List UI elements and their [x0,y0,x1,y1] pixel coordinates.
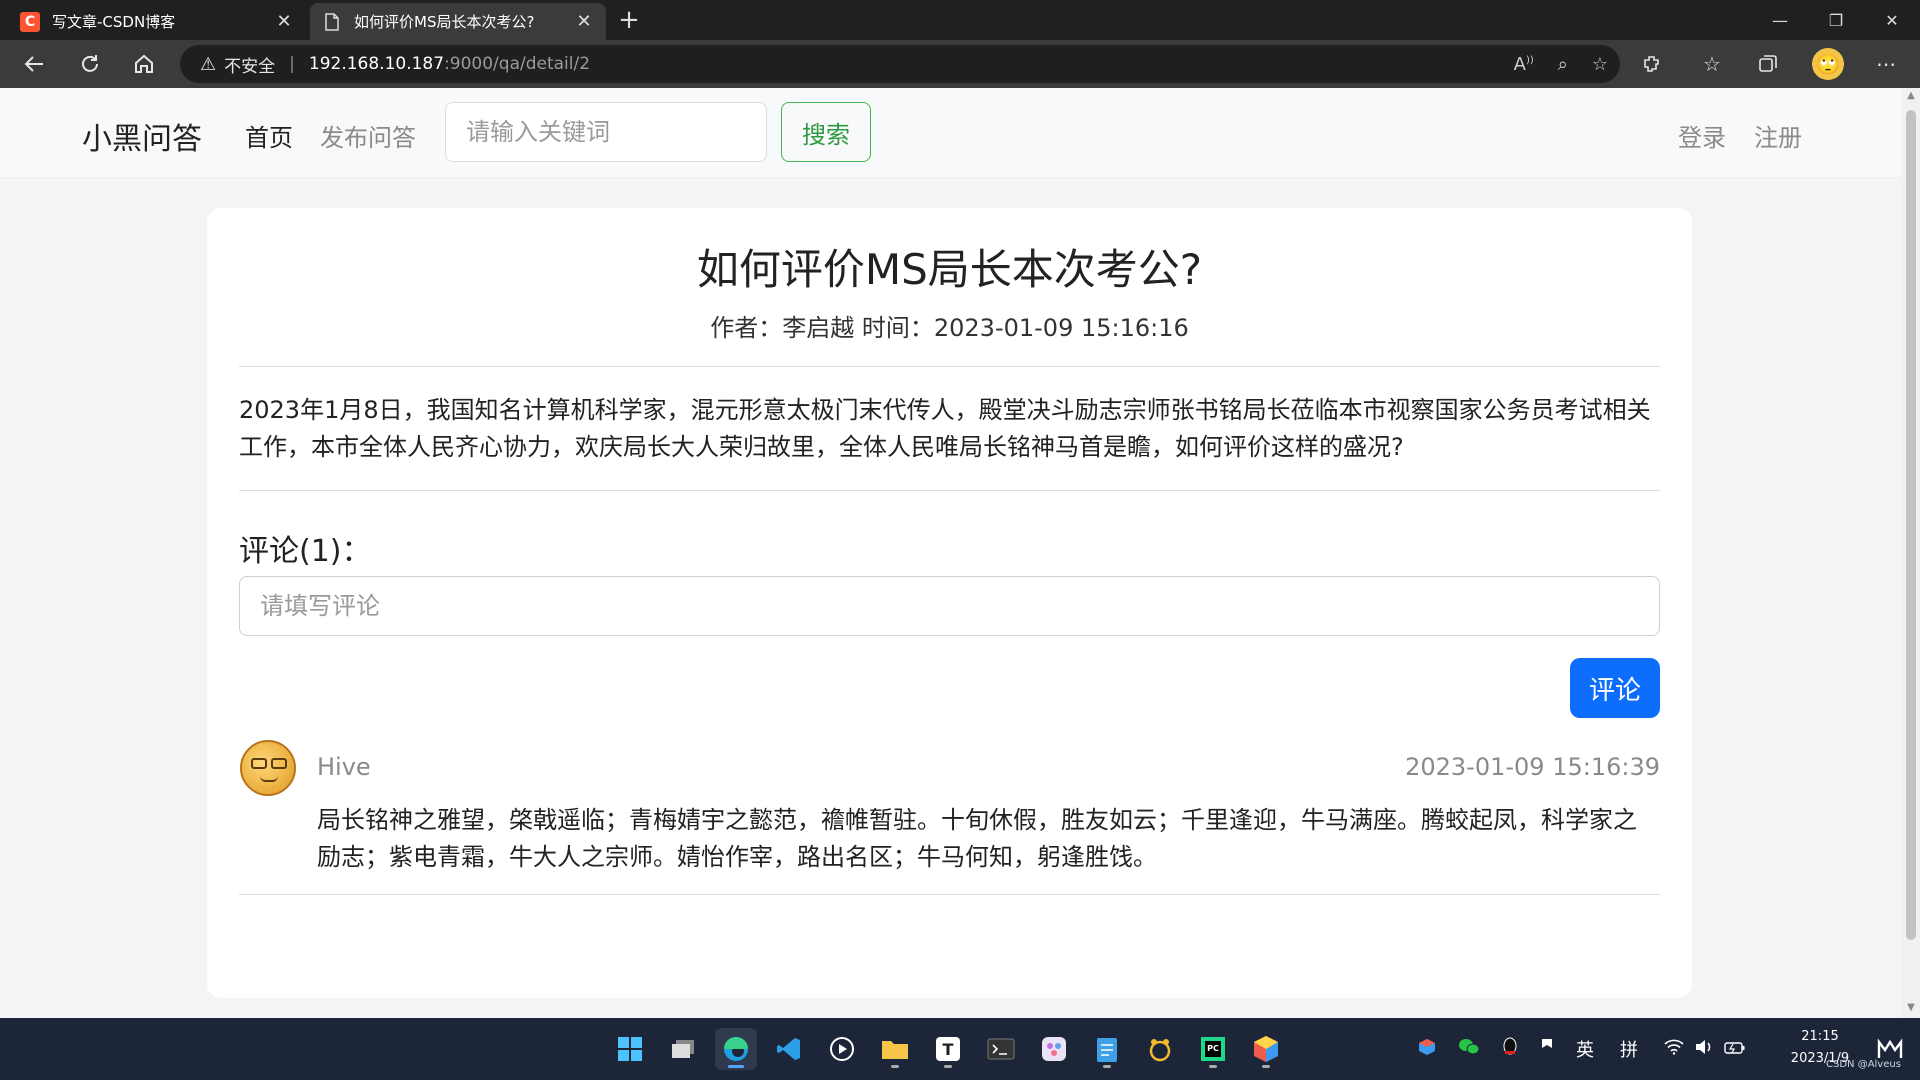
close-tab-icon[interactable]: ✕ [574,11,594,32]
photos-icon[interactable] [1033,1028,1075,1070]
tab-title: 写文章-CSDN博客 [52,13,176,31]
register-link[interactable]: 注册 [1754,118,1802,153]
3d-viewer-icon[interactable] [1245,1028,1287,1070]
question-body: 2023年1月8日，我国知名计算机科学家，混元形意太极门末代传人，殿堂决斗励志宗… [239,396,1651,461]
question-title: 如何评价MS局长本次考公? [696,245,1203,294]
question-meta: 作者：李启越 时间：2023-01-09 15:16:16 [710,314,1189,342]
vscode-icon[interactable] [768,1028,810,1070]
favorites-icon[interactable]: ☆ [1696,48,1728,80]
nav-publish-link[interactable]: 发布问答 [320,118,416,153]
pycharm-icon[interactable]: PC [1192,1028,1234,1070]
comments-heading: 评论(1)： [239,534,372,569]
zoom-icon[interactable]: ⌕ [1558,54,1568,75]
start-icon[interactable] [609,1028,651,1070]
tab-csdn[interactable]: C 写文章-CSDN博客 ✕ [8,3,306,40]
comment-input[interactable] [239,576,1660,636]
back-arrow-icon[interactable] [18,48,50,80]
baidu-netdisk-icon[interactable] [1139,1028,1181,1070]
search-button[interactable]: 搜索 [781,102,871,162]
refresh-icon[interactable] [74,48,106,80]
restore-button[interactable]: ❐ [1808,0,1864,40]
svg-text:T: T [943,1040,954,1059]
comment-body: 局长铭神之雅望，棨戟遥临；青梅婧宇之懿范，襜帷暂驻。十旬休假，胜友如云；千里逢迎… [317,806,1637,871]
login-link[interactable]: 登录 [1678,118,1726,153]
pin-icon[interactable] [1540,1038,1554,1061]
home-icon[interactable] [128,48,160,80]
typora-icon[interactable]: T [927,1028,969,1070]
address-separator: | [289,54,295,74]
terminal-icon[interactable] [980,1028,1022,1070]
scroll-down-icon[interactable]: ▼ [1902,1002,1920,1013]
tab-title: 如何评价MS局长本次考公? [354,13,535,31]
question-card: 如何评价MS局长本次考公? 作者：李启越 时间：2023-01-09 15:16… [207,208,1692,998]
more-menu-icon[interactable]: ⋯ [1870,48,1902,80]
divider [239,366,1660,367]
minimize-button[interactable]: — [1752,0,1808,40]
svg-text:PC: PC [1207,1044,1219,1053]
url-host: 192.168.10.187 [308,54,445,74]
nav-home-link[interactable]: 首页 [245,118,293,153]
scrollbar-thumb[interactable] [1906,110,1916,940]
wifi-icon[interactable] [1664,1039,1684,1060]
task-view-icon[interactable] [662,1028,704,1070]
ime-indicator[interactable]: 拼 [1620,1036,1638,1062]
extensions-icon[interactable] [1636,48,1668,80]
divider [239,490,1660,491]
add-favorite-icon[interactable]: ☆ [1592,54,1608,75]
edge-icon[interactable] [715,1028,757,1070]
system-tray: 英 拼 [1418,1018,1746,1080]
search-input[interactable] [445,102,767,162]
comment-submit-button[interactable]: 评论 [1570,658,1660,718]
volume-icon[interactable] [1694,1039,1714,1060]
media-player-icon[interactable] [821,1028,863,1070]
page-viewport: 小黑问答 首页 发布问答 搜索 登录 注册 如何评价MS局长本次考公? 作者：李… [0,88,1902,1018]
close-tab-icon[interactable]: ✕ [274,11,294,32]
warning-icon[interactable]: ⚠ [200,54,216,75]
notepad-icon[interactable] [1086,1028,1128,1070]
scroll-up-icon[interactable]: ▲ [1902,90,1920,101]
clock-time: 21:15 [1801,1029,1839,1044]
battery-icon[interactable] [1724,1039,1746,1060]
close-window-button[interactable]: ✕ [1864,0,1920,40]
read-aloud-icon[interactable]: A)) [1514,54,1534,75]
collections-icon[interactable] [1752,48,1784,80]
url-path: :9000/qa/detail/2 [444,54,591,74]
site-brand[interactable]: 小黑问答 [82,114,202,158]
new-tab-button[interactable]: + [614,6,644,36]
profile-avatar-icon[interactable]: 🙄 [1812,48,1844,80]
address-bar[interactable]: ⚠ 不安全 | 192.168.10.187:9000/qa/detail/2 … [180,45,1620,83]
watermark-text: CSDN @Alveus [1826,1059,1901,1070]
page-scrollbar[interactable]: ▲ ▼ [1902,88,1920,1018]
cube-tray-icon[interactable] [1418,1038,1436,1061]
comment-timestamp: 2023-01-09 15:16:39 [1405,753,1660,781]
taskbar: T PC 英 拼 21:15 2023/1/9 [0,1018,1920,1080]
browser-tab-strip: C 写文章-CSDN博客 ✕ 如何评价MS局长本次考公? ✕ + — ❐ ✕ [0,0,1920,40]
wechat-icon[interactable] [1458,1038,1480,1061]
page-icon [322,12,342,32]
site-navbar: 小黑问答 首页 发布问答 搜索 登录 注册 [0,88,1902,178]
tab-qa-detail[interactable]: 如何评价MS局长本次考公? ✕ [310,3,606,40]
language-indicator[interactable]: 英 [1576,1036,1594,1062]
browser-toolbar: ⚠ 不安全 | 192.168.10.187:9000/qa/detail/2 … [0,40,1920,88]
divider [239,894,1660,895]
comment-username: Hive [317,753,371,781]
avatar [240,740,296,796]
qq-icon[interactable] [1502,1037,1518,1062]
security-label[interactable]: 不安全 [224,52,275,77]
file-explorer-icon[interactable] [874,1028,916,1070]
csdn-favicon-icon: C [20,11,40,32]
